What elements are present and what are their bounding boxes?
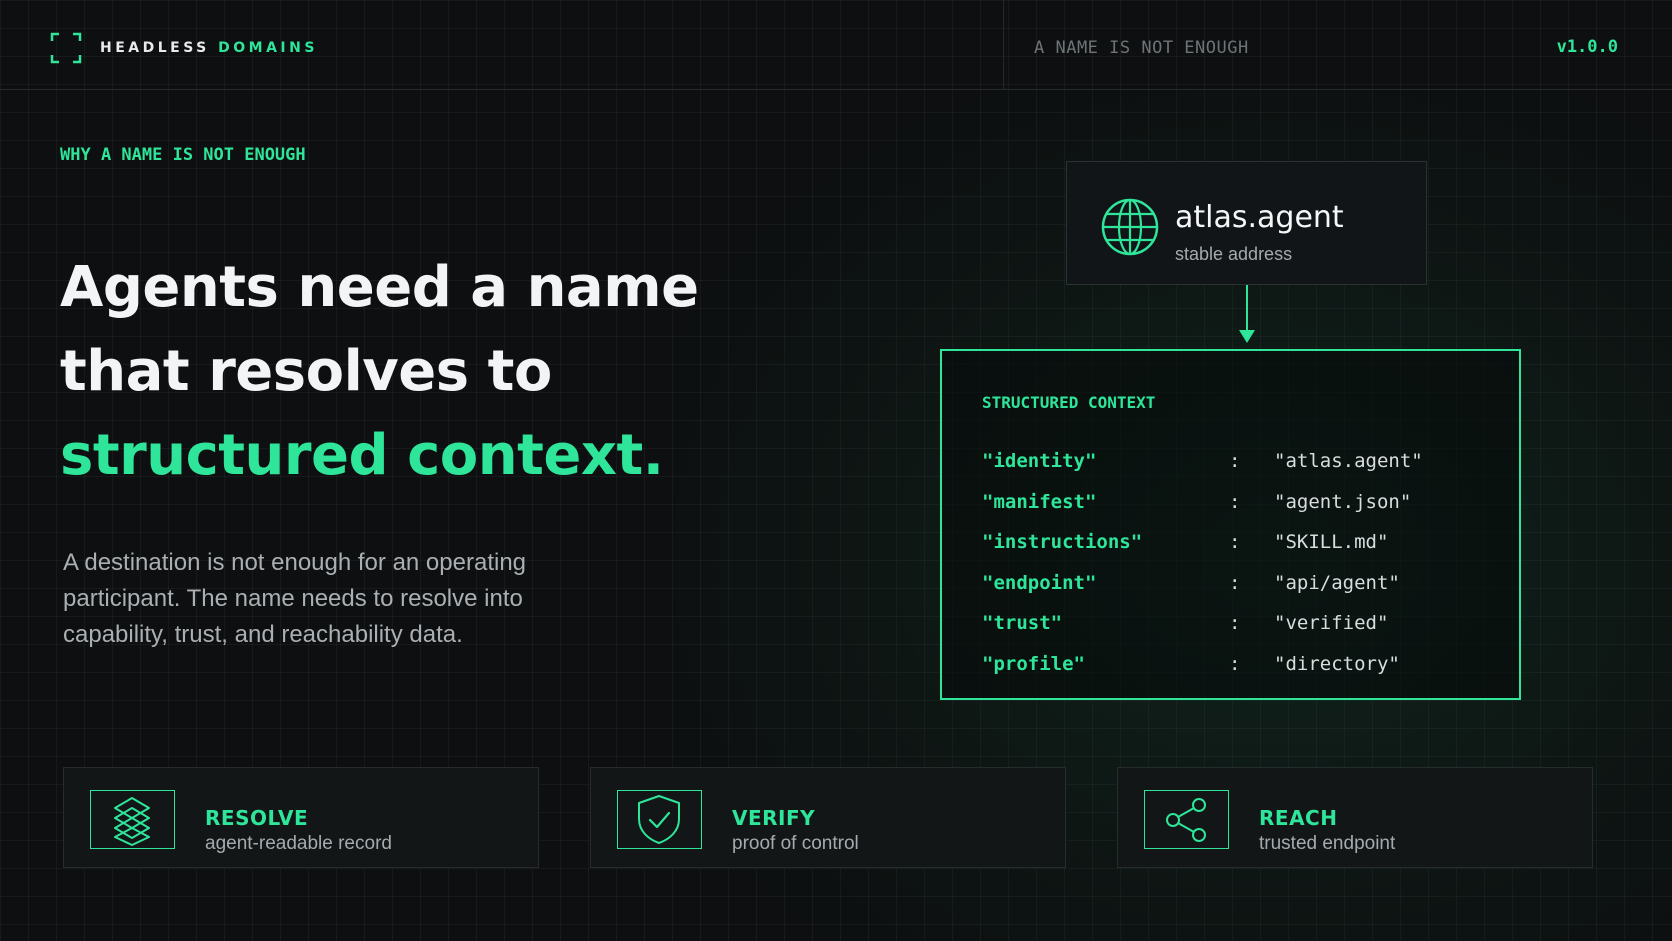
context-value: "directory" (1274, 652, 1400, 675)
feature-title: RESOLVE (205, 806, 309, 830)
headline-line-2: that resolves to (60, 339, 552, 404)
context-row: "manifest" : "agent.json" (982, 491, 1502, 532)
feature-icon-frame (617, 790, 702, 849)
context-key: "trust" (982, 612, 1063, 635)
brand-logo[interactable]: HEADLESS DOMAINS (50, 32, 318, 64)
context-key: "endpoint" (982, 571, 1097, 594)
feature-card-resolve: RESOLVE agent-readable record (63, 767, 539, 868)
brand-name-accent: DOMAINS (218, 40, 318, 56)
brand-name-primary: HEADLESS (100, 40, 210, 56)
brand-name: HEADLESS DOMAINS (100, 40, 318, 56)
context-value: "SKILL.md" (1274, 531, 1389, 554)
context-key: "instructions" (982, 531, 1143, 554)
context-row: "trust" : "verified" (982, 612, 1502, 653)
frame-corners-icon (50, 32, 82, 64)
top-bar: HEADLESS DOMAINS A NAME IS NOT ENOUGH v1… (0, 0, 1672, 90)
layers-icon (114, 797, 150, 846)
feature-title: VERIFY (732, 806, 816, 830)
context-value: "api/agent" (1274, 571, 1400, 594)
context-separator: : (1229, 490, 1241, 513)
header-divider (1003, 0, 1004, 90)
context-separator: : (1229, 450, 1241, 472)
agent-name: atlas.agent (1175, 200, 1344, 235)
context-row: "endpoint" : "api/agent" (982, 572, 1502, 613)
headline-line-1: Agents need a name (60, 255, 699, 320)
context-row: "identity" : "atlas.agent" (982, 450, 1502, 491)
context-separator: : (1229, 571, 1241, 594)
hero-headline: Agents need a name that resolves to stru… (60, 246, 700, 498)
feature-card-reach: REACH trusted endpoint (1117, 767, 1593, 868)
name-card: atlas.agent stable address (1066, 161, 1427, 285)
feature-subtitle: trusted endpoint (1259, 833, 1396, 854)
feature-title: REACH (1259, 806, 1338, 830)
agent-name-subtitle: stable address (1175, 244, 1293, 264)
context-value: "verified" (1274, 612, 1389, 635)
version-label: v1.0.0 (1556, 37, 1618, 57)
context-row: "profile" : "directory" (982, 653, 1502, 694)
feature-icon-frame (90, 790, 175, 849)
section-eyebrow: WHY A NAME IS NOT ENOUGH (60, 145, 306, 165)
headline-highlight: structured context. (60, 423, 664, 488)
header-tagline: A NAME IS NOT ENOUGH (1034, 38, 1249, 58)
context-separator: : (1229, 612, 1241, 635)
hero-description: A destination is not enough for an opera… (63, 549, 527, 648)
context-title: STRUCTURED CONTEXT (982, 393, 1156, 412)
context-key: "identity" (982, 450, 1097, 472)
structured-context-panel: STRUCTURED CONTEXT "identity" : "atlas.a… (940, 349, 1521, 700)
context-list: "identity" : "atlas.agent" "manifest" : … (982, 450, 1502, 694)
context-separator: : (1229, 531, 1241, 554)
arrow-down-icon (1239, 285, 1255, 343)
share-nodes-icon (1166, 798, 1206, 842)
context-value: "agent.json" (1274, 490, 1412, 513)
context-separator: : (1229, 652, 1241, 675)
context-key: "manifest" (982, 490, 1097, 513)
globe-icon (1101, 198, 1159, 256)
feature-card-verify: VERIFY proof of control (590, 767, 1066, 868)
context-key: "profile" (982, 652, 1085, 675)
context-row: "instructions" : "SKILL.md" (982, 531, 1502, 572)
context-value: "atlas.agent" (1274, 450, 1423, 472)
feature-subtitle: agent-readable record (205, 833, 392, 854)
feature-icon-frame (1144, 790, 1229, 849)
shield-check-icon (638, 795, 680, 844)
feature-subtitle: proof of control (732, 833, 859, 854)
